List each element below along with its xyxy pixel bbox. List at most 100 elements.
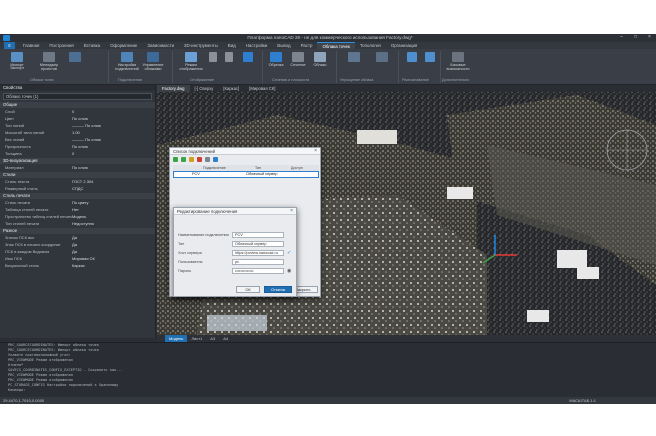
manage-clouds-button[interactable]: Управление облаками — [140, 52, 166, 71]
close-icon[interactable]: × — [290, 208, 293, 214]
property-row[interactable]: Вес линий ——— По слою — [0, 136, 155, 143]
box-button[interactable] — [240, 52, 256, 63]
connect-icon[interactable] — [213, 157, 218, 162]
property-value[interactable]: ——— По слою — [72, 123, 155, 128]
property-value[interactable]: Недоступно — [72, 221, 155, 226]
layout-tab[interactable]: А4 — [219, 335, 232, 342]
simplify-button[interactable] — [342, 52, 366, 63]
viewport-tab[interactable]: [Каркас] — [218, 85, 244, 92]
crop-button[interactable]: Обрезка — [266, 52, 286, 67]
property-row[interactable]: Тип линий ——— По слою — [0, 122, 155, 129]
ribbon-tab[interactable]: Настройки — [241, 42, 273, 49]
property-value[interactable]: Да — [72, 242, 155, 247]
property-row[interactable]: Масштаб типа линий 1.00 — [0, 129, 155, 136]
property-row[interactable]: Стиль текста ГОСТ 2.304 — [0, 178, 155, 185]
property-value[interactable]: СПДС — [72, 186, 155, 191]
file-menu-button[interactable]: ≡ — [4, 42, 15, 49]
property-value[interactable]: 0 — [72, 109, 155, 114]
layout-tab[interactable]: А3 — [206, 335, 219, 342]
property-value[interactable]: Мировая СК — [72, 256, 155, 261]
property-value[interactable]: Нет — [72, 207, 155, 212]
maximize-icon[interactable]: □ — [633, 35, 638, 40]
property-value[interactable]: По цвету — [72, 200, 155, 205]
user-field[interactable]: pc — [232, 259, 284, 265]
viewport-tab[interactable]: Factory.dwg — [157, 85, 190, 92]
property-row[interactable]: Слой 0 — [0, 108, 155, 115]
property-value[interactable]: 1.00 — [72, 130, 155, 135]
property-row[interactable]: Тип стилей печати Недоступно — [0, 220, 155, 227]
ok-button[interactable]: ОК — [236, 286, 260, 293]
property-row[interactable]: Стиль печати По цвету — [0, 199, 155, 206]
ribbon-tab[interactable]: Оформление — [105, 42, 142, 49]
property-row[interactable]: Прозрачность По слою — [0, 143, 155, 150]
close-icon[interactable]: × — [647, 35, 652, 40]
ribbon-tab[interactable]: Вид — [223, 42, 241, 49]
ribbon-tab[interactable]: Облака точек — [317, 42, 355, 49]
close-icon[interactable]: × — [314, 148, 317, 154]
property-row[interactable]: Значок ПСК вкл Да — [0, 234, 155, 241]
property-row[interactable]: Толщина 0 — [0, 150, 155, 157]
object-selector[interactable]: Облако точек (1) — [3, 93, 152, 100]
list-item[interactable]: PCV Облачный сервер — [173, 171, 319, 178]
ribbon-tab[interactable]: 3D-инструменты — [179, 42, 223, 49]
project-manager-button[interactable]: Менеджер проектов — [36, 52, 62, 71]
property-row[interactable]: Знак ПСК в начало координат Да — [0, 241, 155, 248]
viewport-tab[interactable]: [Мировая СК] — [244, 85, 280, 92]
recognize-button[interactable] — [404, 52, 420, 63]
property-row[interactable]: Материал По слою — [0, 164, 155, 171]
command-console[interactable]: PRC_SOURCECOORDINATES: Импорт облака точ… — [0, 342, 656, 397]
property-value[interactable]: Да — [72, 235, 155, 240]
property-value[interactable]: По слою — [72, 165, 155, 170]
cloud-button[interactable]: Облако — [310, 52, 330, 67]
display-mode-button[interactable]: Режим отображения — [178, 52, 204, 71]
check-icon[interactable]: ✓ — [287, 250, 291, 256]
property-row[interactable]: Визуальный стиль Каркас — [0, 262, 155, 269]
connection-name-field[interactable]: PCV — [232, 232, 284, 238]
layout-tab[interactable]: Модель — [165, 335, 188, 342]
property-value[interactable]: Каркас — [72, 263, 155, 268]
property-value[interactable]: 0 — [72, 151, 155, 156]
connection-type-select[interactable]: Облачный сервер — [232, 241, 284, 247]
ribbon-tab[interactable]: Главная — [18, 42, 45, 49]
property-row[interactable]: Размерный стиль СПДС — [0, 185, 155, 192]
delete-icon[interactable] — [197, 157, 202, 162]
connection-settings-button[interactable]: Настройки подключений — [114, 52, 140, 71]
view-side-button[interactable] — [222, 52, 236, 63]
ribbon-tab[interactable]: Топология — [355, 42, 386, 49]
basic-features-button[interactable]: Базовые возможности — [444, 52, 472, 71]
property-row[interactable]: ПСК в каждом Видовом Да — [0, 248, 155, 255]
viewport-tab[interactable]: [-] Сверху — [190, 85, 219, 92]
add-folder-icon[interactable] — [181, 157, 186, 162]
property-row[interactable]: Имя ПСК Мировая СК — [0, 255, 155, 262]
classification-button[interactable] — [370, 52, 394, 63]
property-row[interactable]: Таблица стилей печати Нет — [0, 206, 155, 213]
host-field[interactable]: https://pcview.nanocad.ru — [232, 250, 284, 256]
drawing-viewport[interactable]: Factory.dwg [-] Сверху [Каркас] [Мировая СК… — [157, 85, 656, 335]
ribbon-tab[interactable]: Зависимости — [142, 42, 179, 49]
property-value[interactable]: Модель — [72, 214, 155, 219]
add-icon[interactable] — [173, 157, 178, 162]
import-button[interactable]: Импорт — [4, 52, 30, 67]
recognize-button-2[interactable] — [422, 52, 438, 63]
minimize-icon[interactable]: – — [619, 35, 624, 40]
eye-icon[interactable]: ◉ — [287, 268, 291, 274]
scale-readout[interactable]: МАСШТАБ 1:1 — [569, 398, 596, 403]
ribbon-tab[interactable]: Организация — [386, 42, 422, 49]
property-value[interactable]: Да — [72, 249, 155, 254]
ribbon-tab[interactable]: Вставка — [79, 42, 105, 49]
property-value[interactable]: По слою — [72, 116, 155, 121]
ribbon-tab[interactable]: Растр — [296, 42, 318, 49]
property-row[interactable]: Цвет По слою — [0, 115, 155, 122]
ribbon-tab[interactable]: Вывод — [272, 42, 295, 49]
password-field[interactable]: •••••••••••••• — [232, 268, 284, 274]
section-button[interactable]: Сечение — [288, 52, 308, 67]
app-logo-icon[interactable] — [3, 35, 10, 41]
layout-tab[interactable]: Лист1 — [187, 335, 206, 342]
cloud-tools-button[interactable] — [66, 52, 84, 63]
property-value[interactable]: По слою — [72, 144, 155, 149]
property-row[interactable]: Пространство таблиц стилей печати Модель — [0, 213, 155, 220]
ribbon-tab[interactable]: Построения — [44, 42, 78, 49]
export-button[interactable]: Экспорт — [4, 66, 30, 70]
property-value[interactable]: ГОСТ 2.304 — [72, 179, 155, 184]
edit-icon[interactable] — [189, 157, 194, 162]
